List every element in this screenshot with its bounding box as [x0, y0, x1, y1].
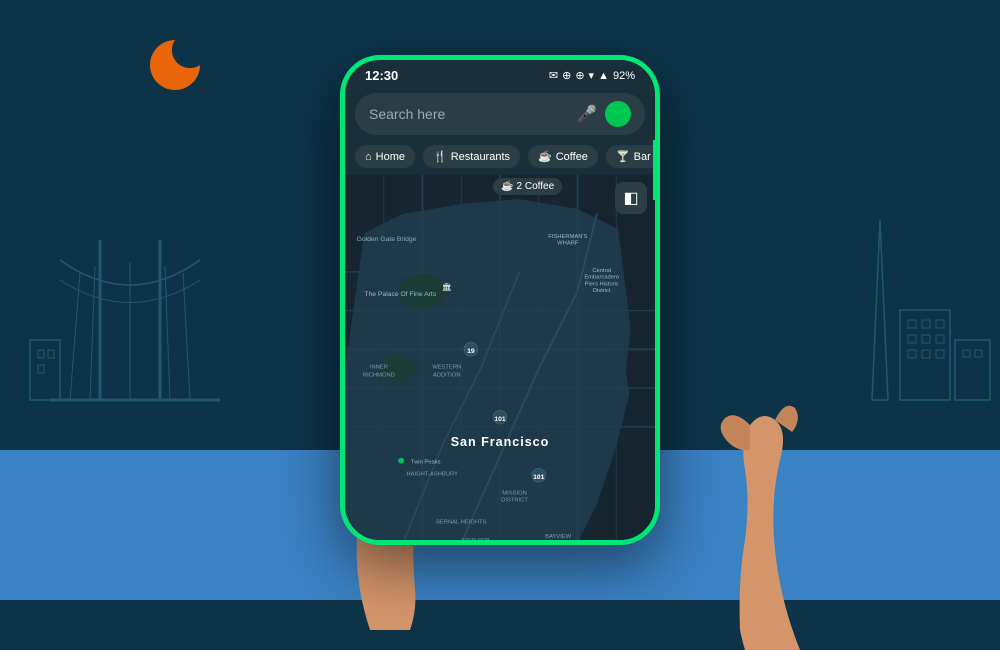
svg-text:The Palace Of Fine Arts: The Palace Of Fine Arts [364, 291, 436, 298]
svg-text:101: 101 [494, 416, 506, 423]
category-home[interactable]: ⌂ Home [355, 145, 415, 168]
status-bar: 12:30 ✉ ⊕ ⊕ ▾ ▲ 92% [345, 60, 655, 87]
category-bar-label: Bar [634, 151, 651, 163]
svg-text:🏛: 🏛 [442, 282, 452, 291]
svg-text:RICHMOND: RICHMOND [363, 372, 395, 378]
category-bar[interactable]: 🍸 Bar [606, 145, 655, 168]
vpn-icon: ⊕ [575, 69, 584, 82]
avatar-dot [605, 101, 631, 127]
svg-text:Embarcadero: Embarcadero [584, 275, 619, 281]
categories-row: ⌂ Home 🍴 Restaurants ☕ Coffee 🍸 Bar [345, 141, 655, 174]
svg-text:HAIGHT-ASHBURY: HAIGHT-ASHBURY [406, 471, 458, 477]
category-restaurants-label: Restaurants [451, 151, 510, 163]
layers-button[interactable]: ◧ [615, 182, 647, 214]
restaurants-icon: 🍴 [433, 150, 447, 163]
category-coffee-label: Coffee [556, 151, 588, 163]
coffee-badge[interactable]: ☕ 2 Coffee [493, 178, 562, 195]
map-area[interactable]: 101 101 19 Golden Gate Bridge The Palace… [345, 174, 655, 540]
battery-icon: 92% [613, 70, 635, 82]
category-coffee[interactable]: ☕ Coffee [528, 145, 598, 168]
coffee-badge-icon: ☕ [501, 181, 513, 192]
location-icon: ⊕ [562, 69, 571, 82]
status-icons: ✉ ⊕ ⊕ ▾ ▲ 92% [549, 69, 635, 82]
status-time: 12:30 [365, 68, 398, 83]
category-restaurants[interactable]: 🍴 Restaurants [423, 145, 520, 168]
phone-side-button [653, 140, 659, 200]
home-icon: ⌂ [365, 151, 372, 163]
category-home-label: Home [376, 151, 405, 163]
svg-text:MISSION: MISSION [502, 491, 526, 497]
svg-text:San Francisco: San Francisco [451, 435, 550, 449]
mic-icon[interactable]: 🎤 [577, 104, 597, 124]
bar-icon: 🍸 [616, 150, 630, 163]
phone: 12:30 ✉ ⊕ ⊕ ▾ ▲ 92% Search here 🎤 [340, 55, 660, 545]
coffee-icon: ☕ [538, 150, 552, 163]
wifi-icon: ▾ [589, 69, 595, 82]
coffee-badge-label: 2 Coffee [517, 181, 555, 192]
svg-text:Golden Gate Bridge: Golden Gate Bridge [357, 236, 417, 243]
svg-text:101: 101 [533, 474, 545, 481]
layers-icon: ◧ [623, 188, 638, 208]
map-svg: 101 101 19 Golden Gate Bridge The Palace… [345, 174, 655, 540]
svg-text:ADDITION: ADDITION [433, 372, 461, 378]
svg-text:INNER: INNER [370, 365, 388, 371]
svg-text:DISTRICT: DISTRICT [501, 497, 528, 503]
svg-text:19: 19 [467, 348, 475, 355]
svg-text:Piers Historic: Piers Historic [585, 281, 619, 287]
svg-text:WHARF: WHARF [557, 241, 579, 247]
svg-text:BAYVIEW: BAYVIEW [545, 534, 572, 540]
svg-text:WESTERN: WESTERN [432, 365, 461, 371]
svg-text:EXCELSIOR: EXCELSIOR [462, 537, 490, 540]
svg-text:Central: Central [592, 268, 611, 274]
svg-text:FISHERMAN'S: FISHERMAN'S [548, 234, 587, 240]
svg-text:BERNAL HEIGHTS: BERNAL HEIGHTS [436, 520, 486, 526]
svg-text:District: District [593, 288, 611, 294]
svg-text:Twin Peaks: Twin Peaks [411, 460, 441, 466]
search-bar[interactable]: Search here 🎤 [355, 93, 645, 135]
hand-right [620, 370, 800, 650]
signal-icon: ▲ [598, 70, 609, 82]
phone-screen: 12:30 ✉ ⊕ ⊕ ▾ ▲ 92% Search here 🎤 [345, 60, 655, 540]
mail-icon: ✉ [549, 69, 558, 82]
search-placeholder: Search here [369, 106, 569, 122]
scene: 12:30 ✉ ⊕ ⊕ ▾ ▲ 92% Search here 🎤 [0, 0, 1000, 600]
